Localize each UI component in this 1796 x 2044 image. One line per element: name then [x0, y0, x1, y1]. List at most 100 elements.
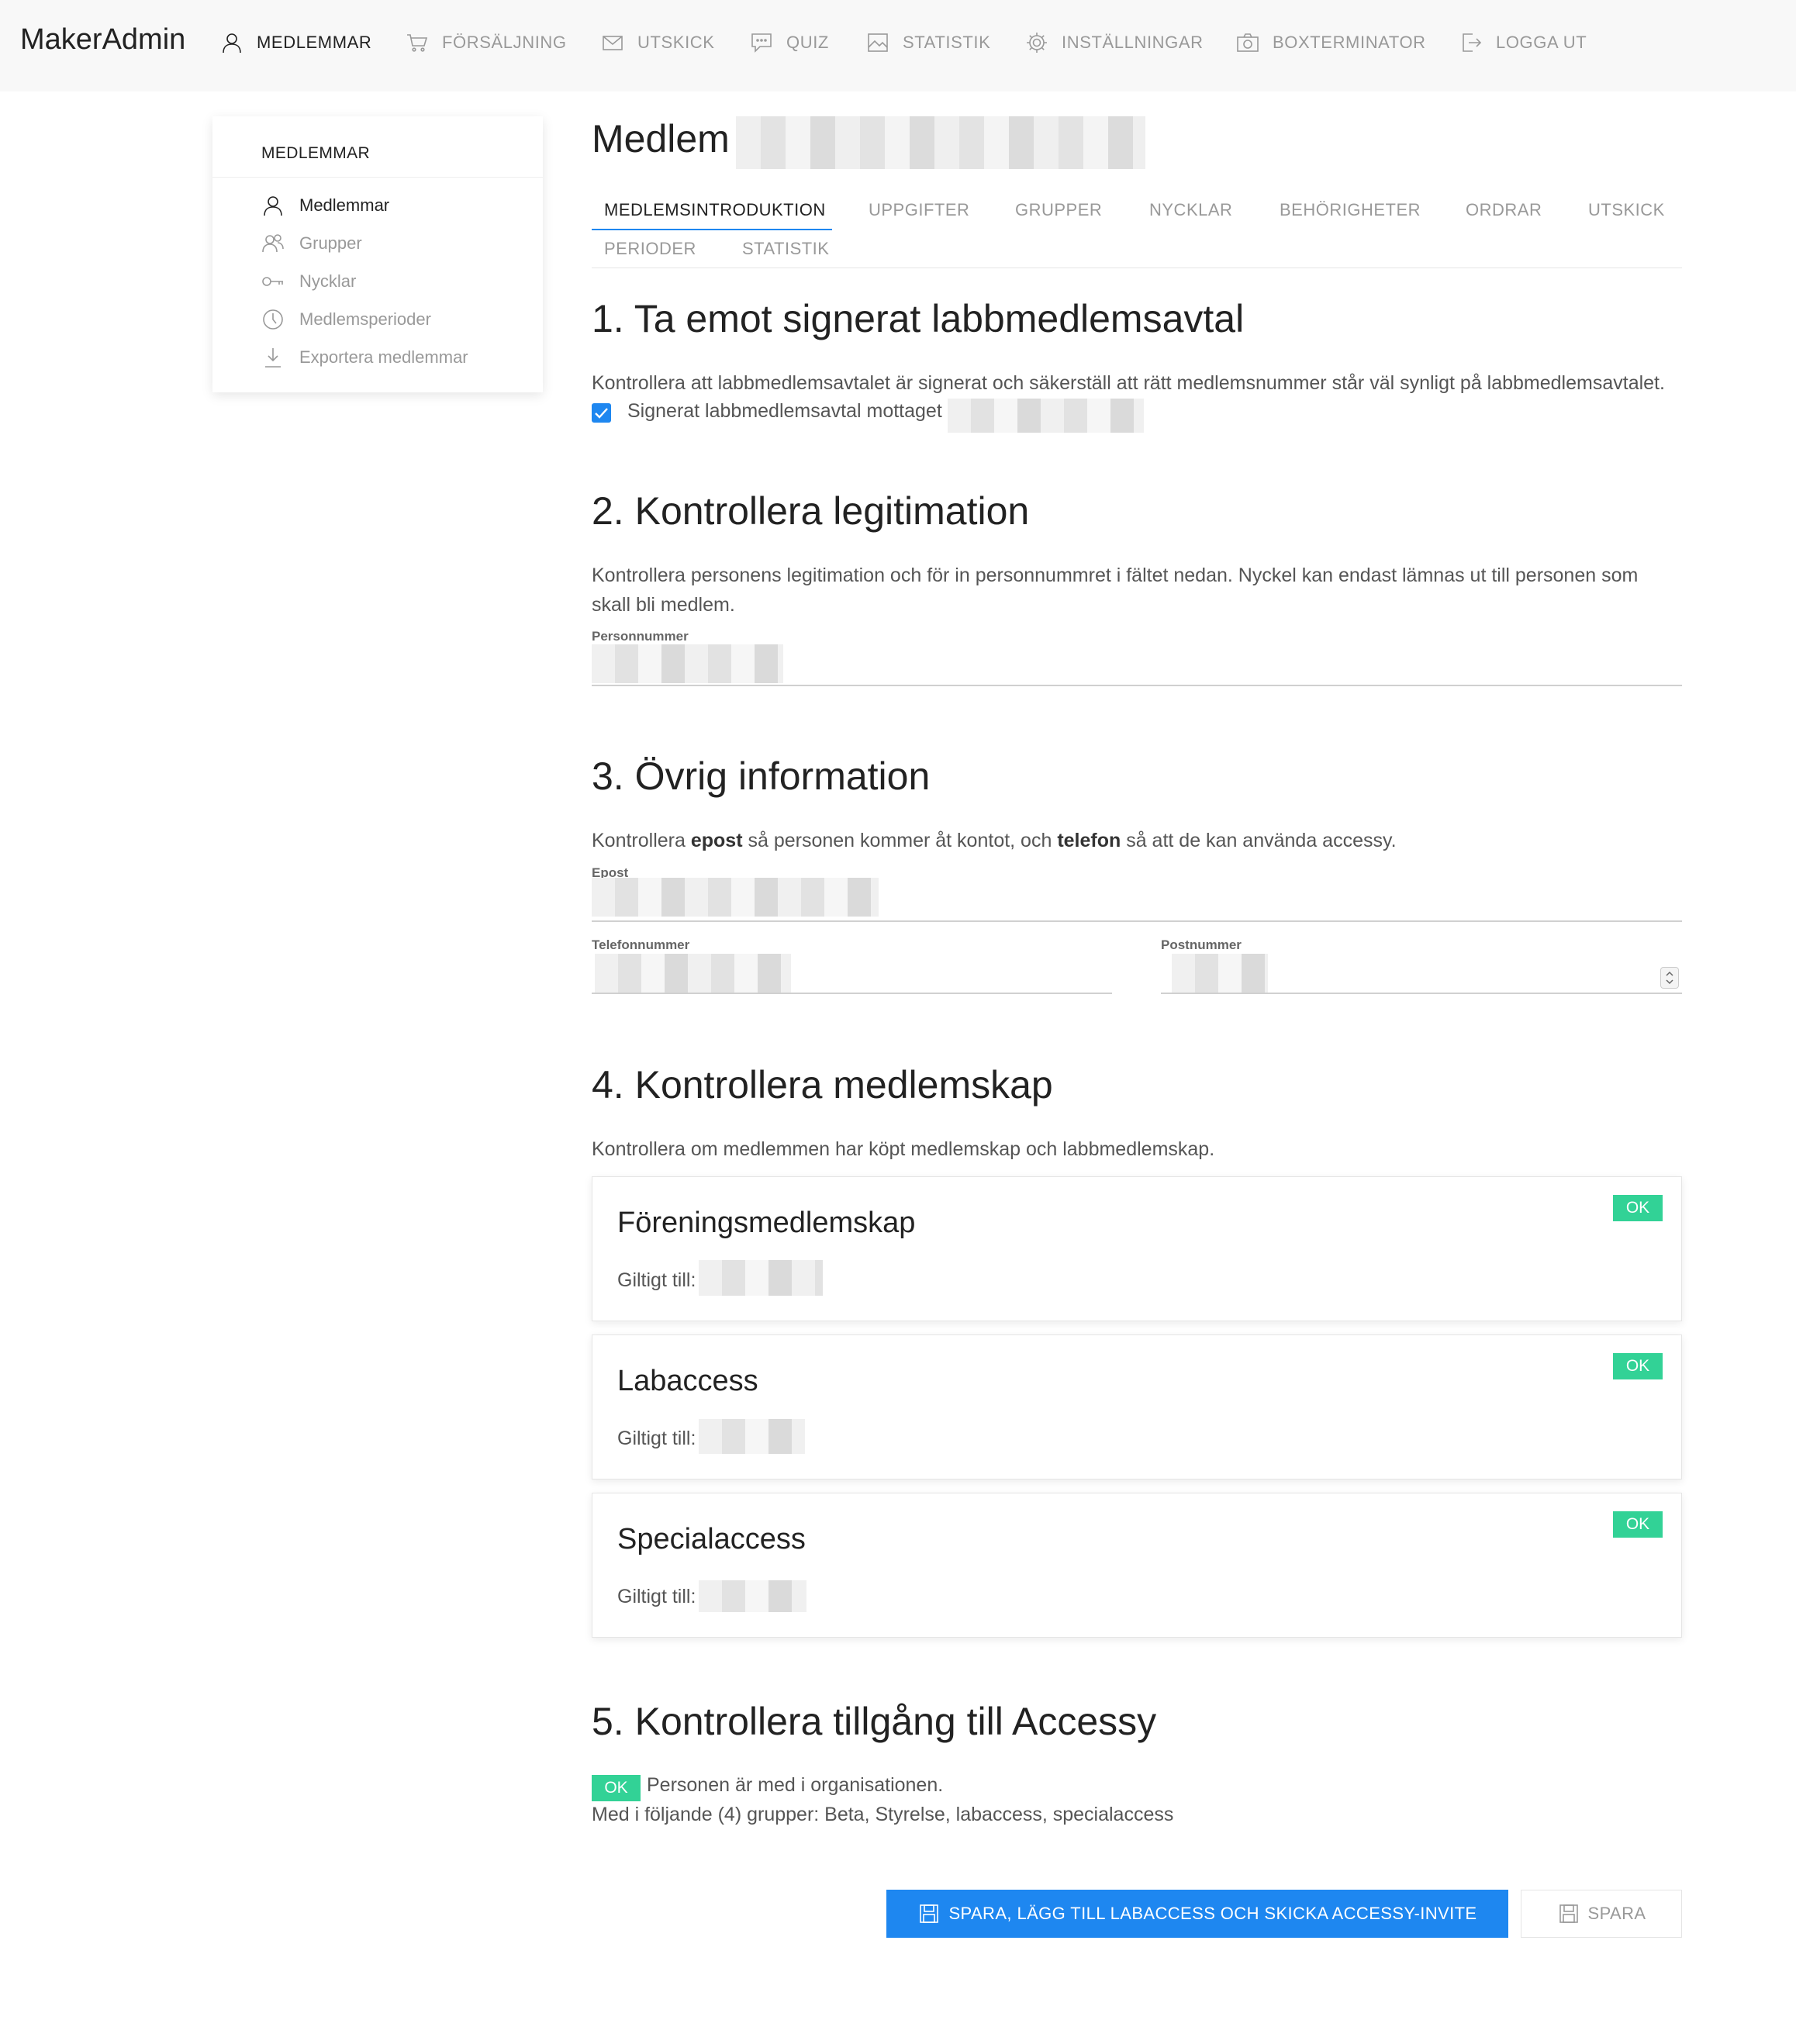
user-icon	[223, 33, 241, 54]
email-underline	[592, 920, 1682, 922]
accessy-status-text: Personen är med i organisationen.	[647, 1774, 944, 1796]
user-icon	[264, 196, 282, 216]
membership-card-specialaccess: Specialaccess Giltigt till: OK	[592, 1493, 1682, 1638]
card-title: Föreningsmedlemskap	[617, 1207, 916, 1239]
sidebar-item-label: Medlemmar	[299, 195, 390, 215]
personnummer-label: Personnummer	[592, 629, 689, 644]
nav-item-statistik[interactable]: STATISTIK	[865, 26, 990, 59]
status-badge: OK	[1613, 1353, 1663, 1379]
sidebar-item-exportera[interactable]: Exportera medlemmar	[261, 342, 468, 373]
section-3-text-pre: Kontrollera	[592, 830, 691, 851]
image-icon	[868, 33, 888, 52]
save-icon	[1559, 1904, 1578, 1923]
section-2-text-line1: Kontrollera personens legitimation och f…	[592, 565, 1639, 586]
tab-uppgifter[interactable]: UPPGIFTER	[869, 200, 969, 220]
section-4-text: Kontrollera om medlemmen har köpt medlem…	[592, 1138, 1215, 1160]
section-1-text: Kontrollera att labbmedlemsavtalet är si…	[592, 372, 1665, 394]
accessy-status-badge: OK	[592, 1775, 641, 1801]
nav-label: BOXTERMINATOR	[1273, 33, 1426, 52]
card-valid-label: Giltigt till:	[617, 1428, 696, 1449]
sidebar-item-label: Nycklar	[299, 271, 357, 291]
sidebar-item-medlemmar[interactable]: Medlemmar	[261, 190, 389, 221]
nav-item-quiz[interactable]: QUIZ	[749, 26, 829, 59]
sidebar-item-nycklar[interactable]: Nycklar	[261, 266, 356, 297]
sidebar-divider	[212, 177, 543, 178]
stepper-arrows-icon	[1666, 971, 1673, 985]
section-3-text-mid: så personen kommer åt kontot, och	[742, 830, 1058, 851]
phone-label: Telefonnummer	[592, 937, 690, 952]
button-label: SPARA, LÄGG TILL LABACCESS OCH SKICKA AC…	[948, 1904, 1477, 1923]
tab-perioder[interactable]: PERIODER	[604, 239, 696, 259]
save-button[interactable]: SPARA	[1521, 1890, 1682, 1938]
email-input[interactable]	[592, 878, 879, 917]
card-valid-date-redacted	[699, 1260, 823, 1296]
card-valid-label: Giltigt till:	[617, 1269, 696, 1291]
sidebar-item-label: Exportera medlemmar	[299, 347, 468, 367]
nav-item-utskick[interactable]: UTSKICK	[600, 26, 715, 59]
zip-label: Postnummer	[1161, 937, 1242, 952]
card-valid-date-redacted	[699, 1419, 805, 1454]
key-icon	[262, 277, 283, 286]
tab-utskick[interactable]: UTSKICK	[1588, 200, 1665, 220]
signed-agreement-checkbox[interactable]	[592, 403, 611, 423]
card-valid-label: Giltigt till:	[617, 1586, 696, 1607]
nav-item-logga-ut[interactable]: LOGGA UT	[1459, 26, 1587, 59]
users-icon	[262, 234, 284, 253]
sidebar-item-label: Medlemsperioder	[299, 309, 431, 329]
clock-icon	[263, 309, 283, 330]
membership-card-labaccess: Labaccess Giltigt till: OK	[592, 1334, 1682, 1479]
nav-label: INSTÄLLNINGAR	[1062, 33, 1204, 52]
top-navbar: MakerAdmin MEDLEMMAR FÖRSÄLJNING UTSKICK…	[0, 0, 1796, 91]
section-5-heading: 5. Kontrollera tillgång till Accessy	[592, 1700, 1157, 1743]
tab-statistik[interactable]: STATISTIK	[742, 239, 829, 259]
download-icon	[265, 348, 281, 368]
page-title: Medlem	[592, 117, 730, 161]
status-badge: OK	[1613, 1195, 1663, 1221]
section-3-heading: 3. Övrig information	[592, 754, 931, 798]
nav-item-installningar[interactable]: INSTÄLLNINGAR	[1024, 26, 1204, 59]
section-3-text-post: så att de kan använda accessy.	[1121, 830, 1397, 851]
sidebar-item-label: Grupper	[299, 233, 362, 253]
nav-item-forsaljning[interactable]: FÖRSÄLJNING	[405, 26, 567, 59]
nav-item-boxterminator[interactable]: BOXTERMINATOR	[1235, 26, 1426, 59]
nav-item-medlemmar[interactable]: MEDLEMMAR	[219, 26, 371, 59]
brand-logo[interactable]: MakerAdmin	[20, 23, 185, 57]
tab-medlemsintroduktion[interactable]: MEDLEMSINTRODUKTION	[604, 200, 826, 220]
card-valid-date-redacted	[699, 1580, 806, 1612]
sign-out-icon	[1463, 33, 1482, 52]
accessy-groups-text: Med i följande (4) grupper: Beta, Styrel…	[592, 1804, 1174, 1825]
section-4-heading: 4. Kontrollera medlemskap	[592, 1063, 1053, 1107]
nav-label: LOGGA UT	[1496, 33, 1587, 52]
zip-underline	[1161, 993, 1682, 994]
cart-icon	[407, 34, 428, 52]
zip-input[interactable]	[1172, 954, 1268, 993]
section-2-heading: 2. Kontrollera legitimation	[592, 489, 1030, 533]
save-icon	[920, 1904, 939, 1923]
tab-grupper[interactable]: GRUPPER	[1015, 200, 1102, 220]
nav-label: FÖRSÄLJNING	[442, 33, 567, 52]
card-title: Labaccess	[617, 1365, 758, 1397]
signed-agreement-label: Signerat labbmedlemsavtal mottaget	[627, 400, 942, 422]
gear-icon	[1027, 33, 1047, 53]
tab-ordrar[interactable]: ORDRAR	[1466, 200, 1542, 220]
membership-card-forening: Föreningsmedlemskap Giltigt till: OK	[592, 1176, 1682, 1321]
section-2-text-line2: skall bli medlem.	[592, 594, 735, 616]
save-add-labaccess-invite-button[interactable]: SPARA, LÄGG TILL LABACCESS OCH SKICKA AC…	[886, 1890, 1508, 1938]
sidebar-item-grupper[interactable]: Grupper	[261, 228, 362, 259]
card-title: Specialaccess	[617, 1523, 806, 1555]
phone-underline	[592, 993, 1112, 994]
section-3-text: Kontrollera epost så personen kommer åt …	[592, 826, 1397, 855]
camera-icon	[1237, 33, 1259, 52]
tab-nycklar[interactable]: NYCKLAR	[1149, 200, 1232, 220]
active-tab-indicator	[592, 229, 832, 230]
nav-label: QUIZ	[786, 33, 829, 52]
section-1-heading: 1. Ta emot signerat labbmedlemsavtal	[592, 297, 1245, 340]
personnummer-underline	[592, 685, 1682, 686]
nav-label: UTSKICK	[637, 33, 715, 52]
sidebar-item-medlemsperioder[interactable]: Medlemsperioder	[261, 304, 431, 335]
zip-stepper[interactable]	[1660, 967, 1679, 989]
tab-behorigheter[interactable]: BEHÖRIGHETER	[1280, 200, 1421, 220]
phone-input[interactable]	[595, 954, 791, 993]
personnummer-input[interactable]	[592, 644, 783, 683]
checkmark-icon	[595, 408, 608, 419]
